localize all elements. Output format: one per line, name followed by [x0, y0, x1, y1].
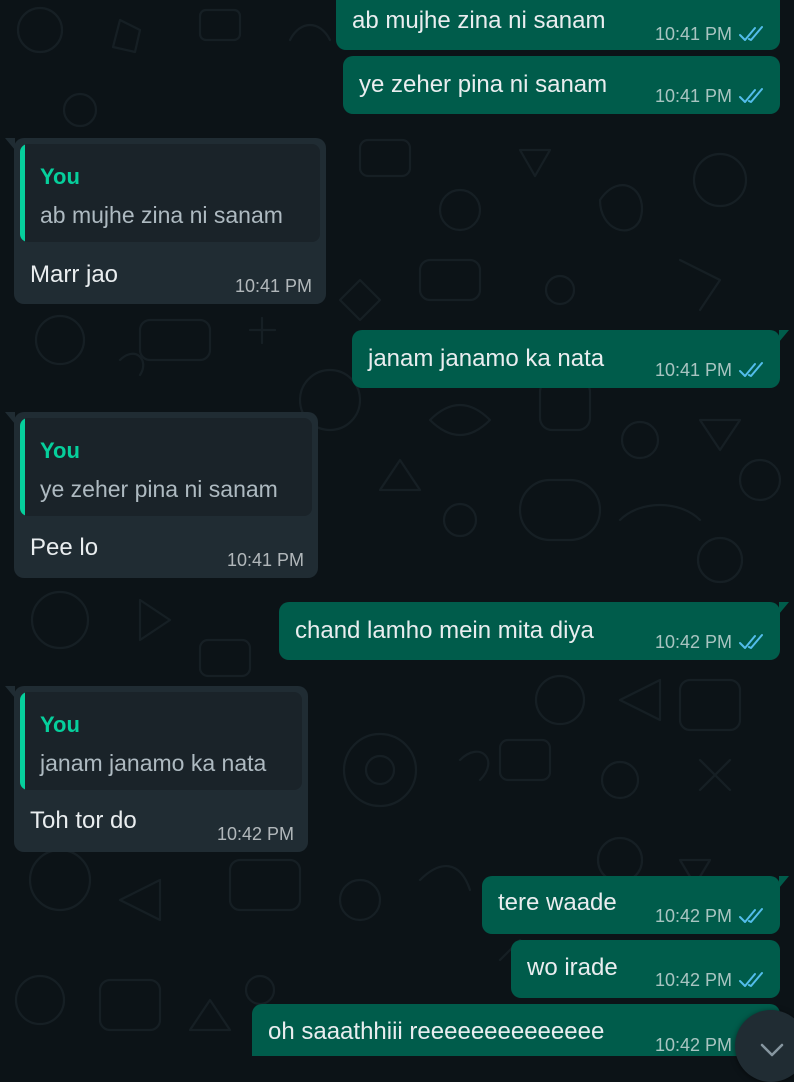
outgoing-message[interactable]: oh saaathhiii reeeeeeeeeeeeee 10:42 PM	[252, 1004, 780, 1056]
message-meta: 10:41 PM	[655, 360, 766, 380]
quoted-message[interactable]: You ye zeher pina ni sanam	[20, 418, 312, 516]
message-time: 10:41 PM	[654, 360, 732, 380]
quoted-text: ye zeher pina ni sanam	[40, 476, 278, 502]
message-meta: 10:41 PM	[235, 276, 312, 296]
incoming-message[interactable]: You janam janamo ka nata Toh tor do 10:4…	[5, 686, 308, 852]
quoted-message[interactable]: You janam janamo ka nata	[20, 692, 302, 790]
incoming-message[interactable]: You ye zeher pina ni sanam Pee lo 10:41 …	[5, 412, 318, 578]
message-time: 10:41 PM	[654, 86, 732, 106]
message-text: chand lamho mein mita diya	[295, 617, 594, 644]
message-time: 10:42 PM	[216, 824, 294, 844]
double-check-icon	[739, 908, 763, 923]
outgoing-message[interactable]: janam janamo ka nata 10:41 PM	[352, 330, 789, 388]
message-meta: 10:42 PM	[655, 632, 766, 652]
message-meta: 10:42 PM	[655, 970, 766, 990]
incoming-message[interactable]: You ab mujhe zina ni sanam Marr jao 10:4…	[5, 138, 326, 304]
message-time: 10:42 PM	[654, 632, 732, 652]
message-time: 10:41 PM	[654, 24, 732, 44]
quoted-author: You	[40, 164, 80, 189]
message-text: ab mujhe zina ni sanam	[352, 7, 606, 34]
message-time: 10:42 PM	[654, 970, 732, 990]
outgoing-message[interactable]: ab mujhe zina ni sanam 10:41 PM	[336, 0, 780, 50]
double-check-icon	[739, 634, 763, 649]
message-text: oh saaathhiii reeeeeeeeeeeeee	[268, 1018, 605, 1045]
message-time: 10:41 PM	[226, 550, 304, 570]
message-meta: 10:41 PM	[227, 550, 304, 570]
outgoing-message[interactable]: chand lamho mein mita diya 10:42 PM	[279, 602, 789, 660]
message-text: wo irade	[527, 954, 618, 981]
message-text: Toh tor do	[30, 807, 137, 834]
quoted-author: You	[40, 438, 80, 463]
double-check-icon	[739, 362, 763, 377]
message-text: ye zeher pina ni sanam	[359, 71, 608, 98]
outgoing-message[interactable]: tere waade 10:42 PM	[482, 876, 789, 934]
double-check-icon	[739, 972, 763, 987]
outgoing-message[interactable]: wo irade 10:42 PM	[511, 940, 780, 998]
message-meta: 10:41 PM	[655, 24, 766, 44]
quoted-message[interactable]: You ab mujhe zina ni sanam	[20, 144, 320, 242]
message-text: tere waade	[498, 889, 617, 916]
quoted-author: You	[40, 712, 80, 737]
scroll-to-bottom-button[interactable]	[735, 1010, 794, 1082]
message-time: 10:41 PM	[234, 276, 312, 296]
message-text: janam janamo ka nata	[368, 345, 605, 372]
message-time: 10:42 PM	[654, 906, 732, 926]
message-meta: 10:41 PM	[655, 86, 766, 106]
quote-accent-bar	[20, 692, 25, 790]
message-time: 10:42 PM	[654, 1035, 732, 1055]
message-meta: 10:42 PM	[655, 906, 766, 926]
double-check-icon	[739, 26, 763, 41]
quoted-text: janam janamo ka nata	[40, 750, 267, 776]
double-check-icon	[739, 88, 763, 103]
message-text: Pee lo	[30, 534, 99, 561]
outgoing-message[interactable]: ye zeher pina ni sanam 10:41 PM	[343, 56, 780, 114]
quote-accent-bar	[20, 418, 25, 516]
message-text: Marr jao	[30, 261, 119, 288]
quoted-text: ab mujhe zina ni sanam	[40, 202, 283, 228]
message-meta: 10:42 PM	[217, 824, 294, 844]
quote-accent-bar	[20, 144, 25, 242]
